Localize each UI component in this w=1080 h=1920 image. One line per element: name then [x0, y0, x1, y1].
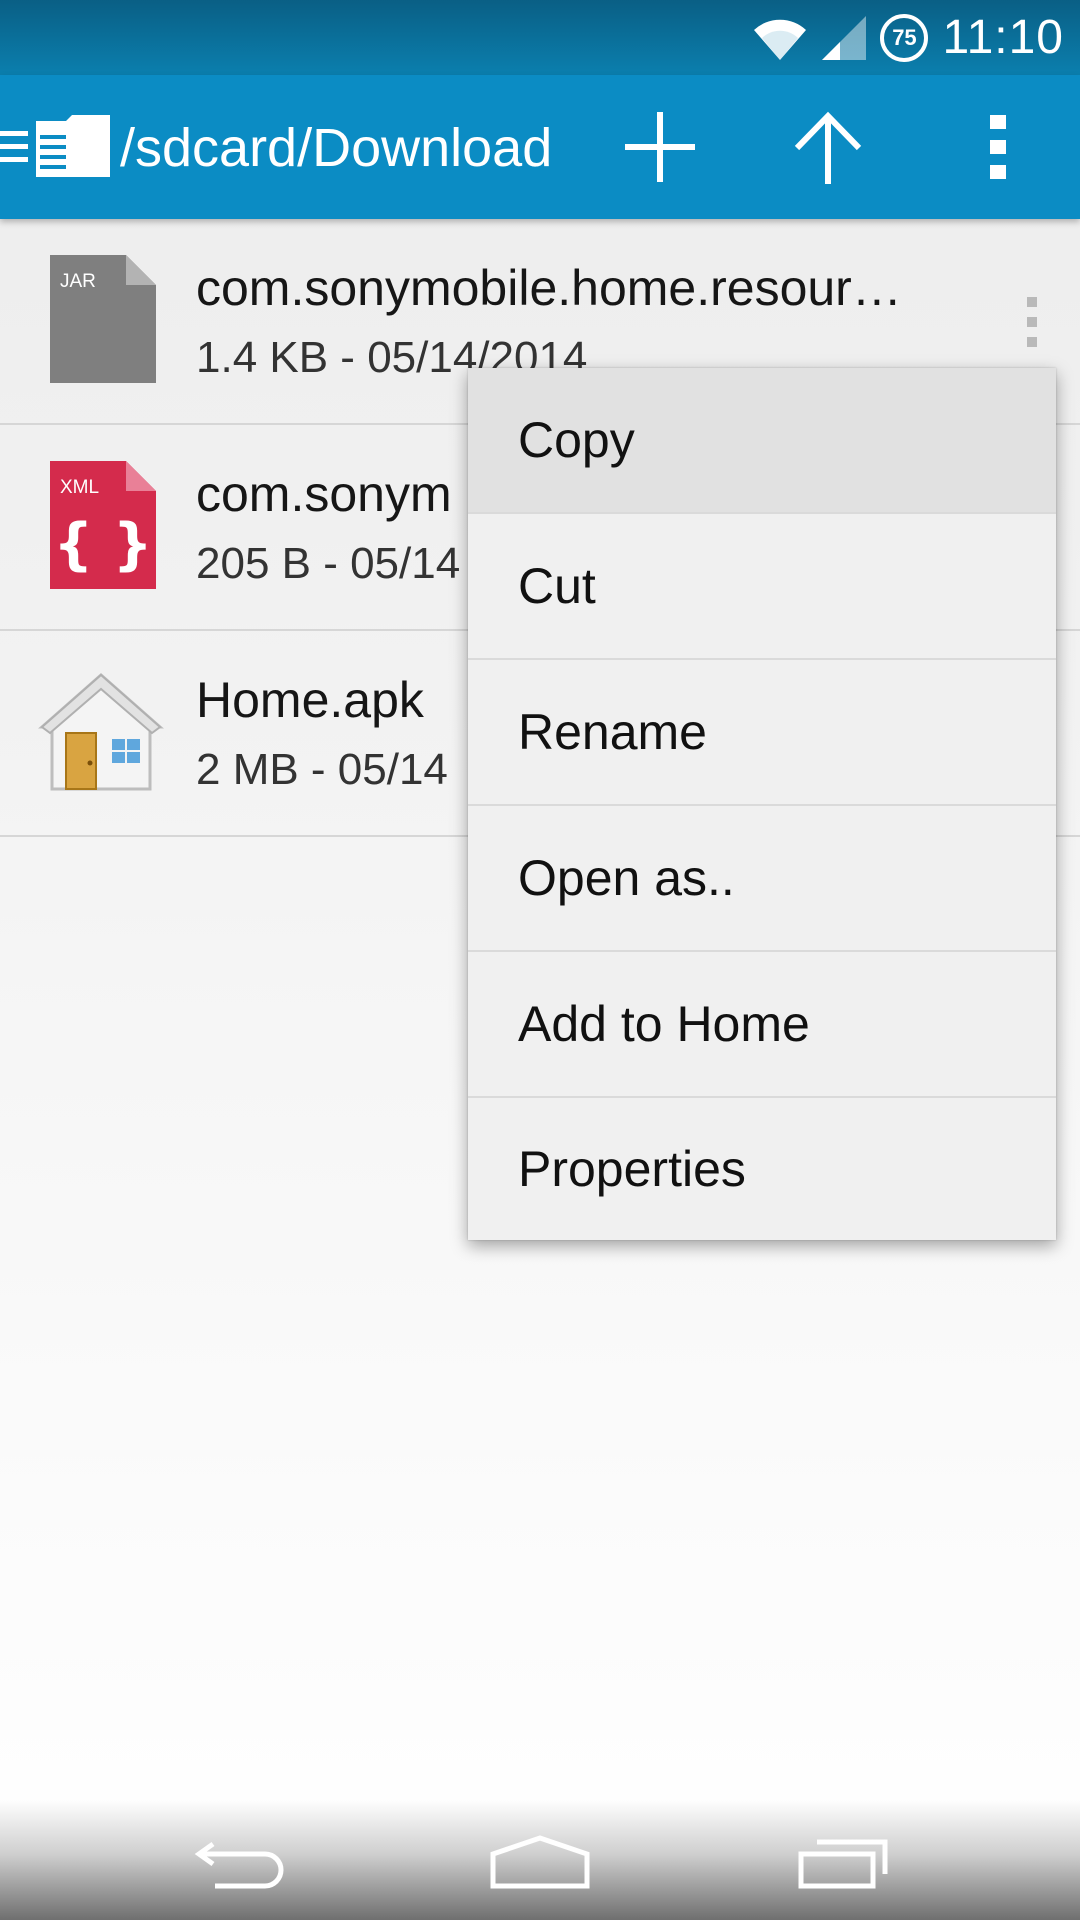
menu-item-cut[interactable]: Cut: [468, 514, 1056, 660]
file-type-label: JAR: [60, 271, 96, 292]
back-icon: [194, 1841, 284, 1889]
up-directory-button[interactable]: [788, 107, 868, 187]
jar-file-icon: JAR: [50, 255, 156, 383]
status-time: 11:10: [942, 11, 1064, 64]
status-icons: 75 11:10: [752, 0, 1064, 75]
wifi-icon: [754, 19, 807, 60]
context-menu: Copy Cut Rename Open as.. Add to Home Pr…: [468, 368, 1056, 1240]
file-type-label: XML: [60, 477, 99, 498]
menu-item-add-to-home[interactable]: Add to Home: [468, 952, 1056, 1098]
navigation-bar: [0, 1800, 1080, 1920]
cell-signal-icon: [822, 15, 867, 60]
home-button[interactable]: [485, 1830, 595, 1894]
recents-icon: [798, 1839, 888, 1889]
svg-text:{ }: { }: [53, 512, 152, 577]
status-bar: 75 11:10: [0, 0, 1080, 75]
menu-item-properties[interactable]: Properties: [468, 1098, 1056, 1240]
current-path[interactable]: /sdcard/Download: [120, 113, 576, 183]
file-name: com.sonymobile.home.resour…: [196, 260, 902, 316]
row-overflow-icon[interactable]: [1020, 297, 1044, 347]
menu-item-copy[interactable]: Copy: [468, 368, 1056, 514]
recents-button[interactable]: [788, 1830, 898, 1894]
home-icon: [490, 1835, 590, 1889]
folder-icon[interactable]: [36, 115, 110, 177]
action-bar: /sdcard/Download: [0, 75, 1080, 219]
add-icon: [625, 112, 695, 182]
up-arrow-icon: [794, 111, 862, 184]
xml-file-icon: XML { }: [50, 461, 156, 589]
menu-item-open-as[interactable]: Open as..: [468, 806, 1056, 952]
battery-level: 75: [892, 24, 917, 50]
home-apk-icon: [38, 673, 164, 791]
back-button[interactable]: [186, 1830, 296, 1894]
drawer-icon[interactable]: [0, 127, 32, 167]
overflow-menu-icon: [990, 115, 1006, 179]
add-button[interactable]: [620, 107, 700, 187]
overflow-menu-button[interactable]: [958, 107, 1038, 187]
battery-icon: 75: [880, 13, 929, 62]
menu-item-rename[interactable]: Rename: [468, 660, 1056, 806]
